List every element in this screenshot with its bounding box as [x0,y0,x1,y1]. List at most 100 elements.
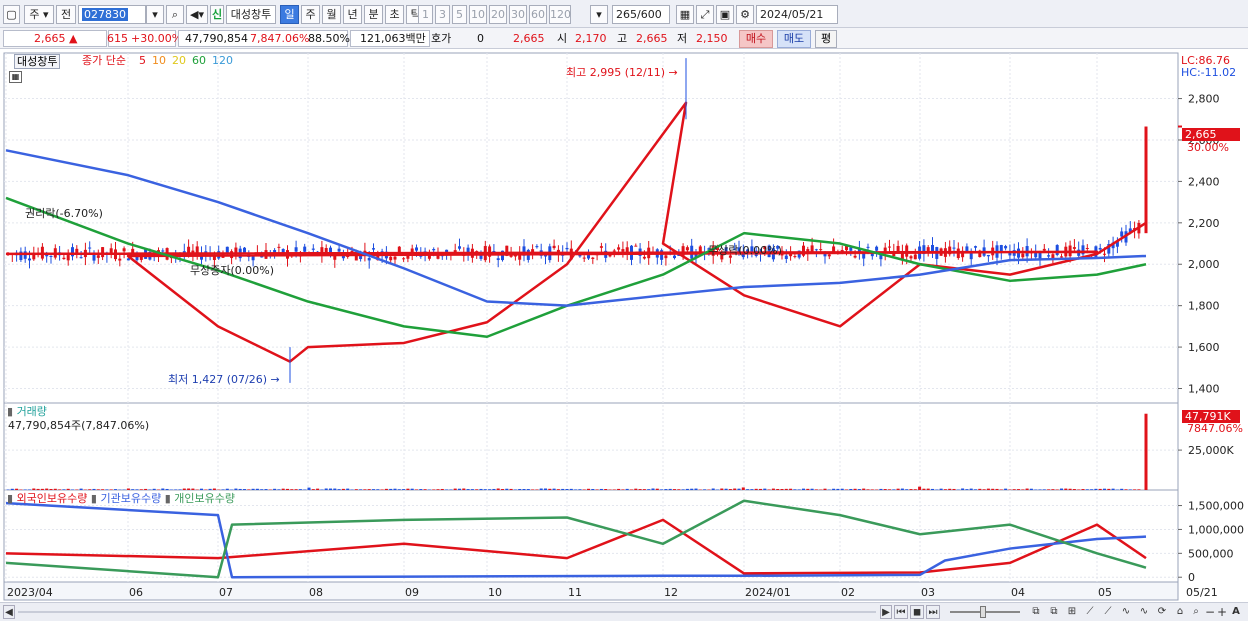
zoom-slider-handle[interactable] [980,606,986,618]
price-tick-label-3: 2,200 [1188,217,1220,230]
period-button-5[interactable]: 초 [385,5,404,24]
volume-bar-60 [264,489,268,490]
volume-bar-82 [359,489,363,490]
draw-tool-icon[interactable]: ⤢ [696,5,714,24]
interval-button-5[interactable]: 30 [509,5,527,24]
chart-type-icon[interactable]: ▦ [676,5,694,24]
amount-value: 121,063백만 [360,32,426,45]
volume-value: 47,790,854 [185,32,248,45]
line-tool-icon[interactable]: ⟋ [1082,605,1098,619]
volume-bar-133 [578,489,582,490]
bottom-scrollbar[interactable]: ◀ ▶ ⏮ ◼ ⏭ ⧉ ⧉ ⊞ ⟋ ⟋ ∿ ∿ ⟳ ⌂ ⌕ − + A [0,602,1248,621]
trend-tool-icon[interactable]: ∿ [1118,605,1134,619]
stock-tag[interactable]: 대성창투 [14,54,61,69]
volume-bar-109 [475,489,479,490]
open-label: 시 [557,32,568,45]
volume-bar-234 [1012,489,1016,490]
volume-bar-39 [174,489,178,490]
layout-icon-1[interactable]: ⧉ [1028,605,1044,619]
volume-bar-176 [763,488,767,490]
camera-icon[interactable]: ⌂ [1172,605,1188,619]
magnify-icon[interactable]: ⌕ [1190,605,1202,619]
trend-tool-icon-2[interactable]: ∿ [1136,605,1152,619]
interval-button-2[interactable]: 5 [452,5,467,24]
volume-bar-13 [62,489,66,490]
volume-bar-200 [866,489,870,490]
legend-institution: 기관보유수량 [100,492,162,505]
stock-name-field[interactable]: 대성창투 [226,5,276,24]
refresh-icon[interactable]: ⟳ [1154,605,1170,619]
y-axis-labels: 2,8002,6002,4002,2002,0001,8001,6001,400… [1188,93,1244,585]
volume-bar-129 [561,488,565,490]
volume-bar-97 [423,489,427,490]
zoom-out-icon[interactable]: − [1204,605,1216,619]
ma60-label: 60 [192,54,206,67]
candle-body-244 [1055,245,1059,256]
holdings-tick-label-1: 1,000,000 [1188,523,1244,536]
interval-button-6[interactable]: 60 [529,5,547,24]
first-icon[interactable]: ⏮ [894,605,908,619]
volume-bar-181 [784,488,788,490]
stock-code-input[interactable]: 027830 [78,5,146,24]
period-button-1[interactable]: 주 [301,5,320,24]
speaker-icon[interactable]: ◀▾ [186,5,208,24]
volume-bar-145 [630,489,633,490]
volume-bar-63 [277,489,281,490]
candle-body-220 [952,247,956,249]
period-button-3[interactable]: 년 [343,5,362,24]
volume-bar-130 [565,488,569,490]
candle-body-135 [587,255,590,259]
interval-button-0[interactable]: 1 [418,5,433,24]
volume-bar-155 [673,489,676,490]
interval-button-1[interactable]: 3 [435,5,450,24]
window-icon[interactable]: ▢ [3,5,20,24]
volume-bar-104 [453,488,457,490]
save-icon[interactable]: ▣ [716,5,734,24]
gear-icon[interactable]: ⚙ [736,5,754,24]
interval-button-4[interactable]: 20 [489,5,507,24]
mode-select[interactable]: 주 ▾ [24,5,54,24]
volume-bar-32 [144,488,148,490]
arrow-right-icon-2: → [270,373,280,386]
zoom-in-icon[interactable]: + [1216,605,1228,619]
play-icon[interactable]: ▶ [880,605,892,619]
volume-bar-227 [982,489,986,490]
volume-bar-219 [948,488,952,490]
volume-bar-193 [836,488,840,490]
scroll-left-icon[interactable]: ◀ [3,605,15,619]
period-button-0[interactable]: 일 [280,5,299,24]
avg-button[interactable]: 평 [815,30,837,48]
last-icon[interactable]: ⏭ [926,605,940,619]
interval-button-7[interactable]: 120 [549,5,571,24]
volume-bar-37 [165,488,169,490]
volume-bar-244 [1055,489,1059,490]
layout-icon-3[interactable]: ⊞ [1064,605,1080,619]
stop-icon[interactable]: ◼ [910,605,924,619]
calculator-icon[interactable]: ▦ [9,71,22,83]
volume-pct: 7,847.06% [250,32,310,45]
volume-bar-30 [135,489,139,490]
high-annotation: 최고 2,995 (12/11) → [566,66,678,79]
date-field[interactable]: 2024/05/21 [756,5,838,24]
sell-button[interactable]: 매도 [777,30,811,48]
prev-button[interactable]: 전 [56,5,76,24]
volume-bar-168 [728,489,732,490]
line-tool-icon-2[interactable]: ⟋ [1100,605,1116,619]
layout-icon-2[interactable]: ⧉ [1046,605,1062,619]
legend-marker-icon-2: ▮ [90,492,97,505]
ma-title: 종가 단순 [82,54,126,67]
code-dropdown-icon[interactable]: ▾ [146,5,164,24]
volume-bar-124 [539,488,543,490]
volume-bar-154 [668,488,672,490]
count-field[interactable]: 265/600 [612,5,670,24]
search-icon[interactable]: ⌕ [166,5,184,24]
buy-button[interactable]: 매수 [739,30,773,48]
interval-button-3[interactable]: 10 [469,5,487,24]
scroll-track[interactable] [18,611,876,613]
period-button-2[interactable]: 월 [322,5,341,24]
volume-bar-141 [612,489,616,490]
period-button-4[interactable]: 분 [364,5,383,24]
auto-scale-icon[interactable]: A [1230,605,1242,619]
interval-dropdown-icon[interactable]: ▾ [590,5,608,24]
volume-bar-84 [367,489,371,490]
